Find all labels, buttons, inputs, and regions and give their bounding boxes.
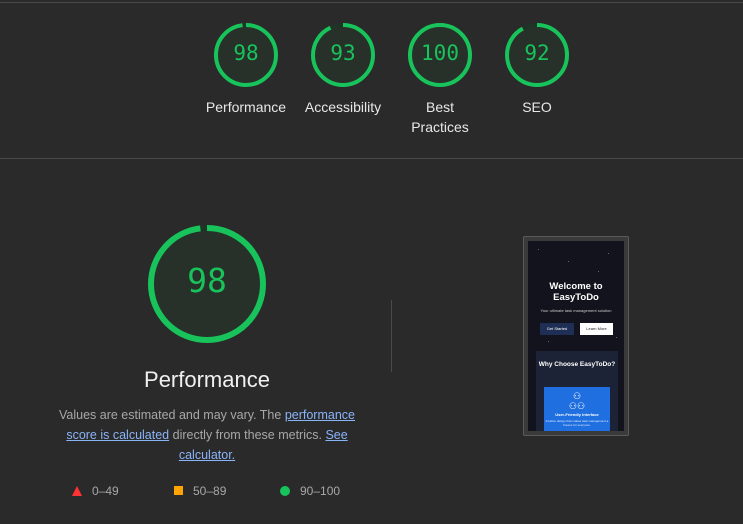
why-title: Why Choose EasyToDo? <box>538 361 616 368</box>
feature-card: ⚇ ⚇⚇ User-Friendly Interface Intuitive de… <box>544 387 610 431</box>
gauge-best-practices[interactable]: 100 Best Practices <box>394 22 486 137</box>
desc-prefix: Values are estimated and may vary. The <box>59 408 285 422</box>
performance-score: 98 <box>187 261 227 300</box>
legend-average: 50–89 <box>174 483 226 498</box>
average-square-icon <box>174 486 183 496</box>
card-text: Intuitive design that makes task managem… <box>545 419 609 427</box>
learn-more-button: Learn More <box>580 323 613 335</box>
legend-pass: 90–100 <box>280 483 340 498</box>
legend-pass-label: 90–100 <box>300 483 341 498</box>
score-value: 92 <box>524 41 550 65</box>
performance-gauge-large: 98 <box>146 223 268 345</box>
score-label: Accessibility <box>304 99 382 115</box>
legend-average-label: 50–89 <box>193 483 227 498</box>
gauge-seo[interactable]: 92 SEO <box>491 22 583 117</box>
score-label: Performance <box>205 99 287 115</box>
final-screenshot-thumbnail[interactable]: Welcome to EasyToDo Your ultimate task m… <box>523 236 629 436</box>
users-icon: ⚇ ⚇⚇ <box>568 391 586 411</box>
score-value: 93 <box>330 41 356 65</box>
get-started-button: Get Started <box>540 323 574 335</box>
section-divider <box>0 158 743 159</box>
score-label: Best Practices <box>411 99 469 135</box>
gauge-performance[interactable]: 98 Performance <box>200 22 292 117</box>
screenshot-screen: Welcome to EasyToDo Your ultimate task m… <box>528 241 624 431</box>
vertical-divider <box>391 300 392 372</box>
fail-triangle-icon <box>72 485 82 496</box>
score-label: SEO <box>522 99 552 115</box>
legend-fail: 0–49 <box>72 483 119 498</box>
why-section: Why Choose EasyToDo? ⚇ ⚇⚇ User-Friendly I… <box>536 351 618 431</box>
hero-subtitle: Your ultimate task management solution <box>540 308 612 313</box>
legend-fail-label: 0–49 <box>92 483 119 498</box>
performance-title: Performance <box>144 367 270 392</box>
score-value: 98 <box>233 41 259 65</box>
metrics-description: Values are estimated and may vary. The p… <box>50 405 364 465</box>
top-divider <box>0 2 743 3</box>
gauge-accessibility[interactable]: 93 Accessibility <box>297 22 389 117</box>
hero-title: Welcome to EasyToDo <box>549 281 603 303</box>
pass-circle-icon <box>280 485 290 496</box>
score-value: 100 <box>421 41 459 65</box>
card-title: User-Friendly Interface <box>555 412 599 417</box>
desc-middle: directly from these metrics. <box>169 428 326 442</box>
